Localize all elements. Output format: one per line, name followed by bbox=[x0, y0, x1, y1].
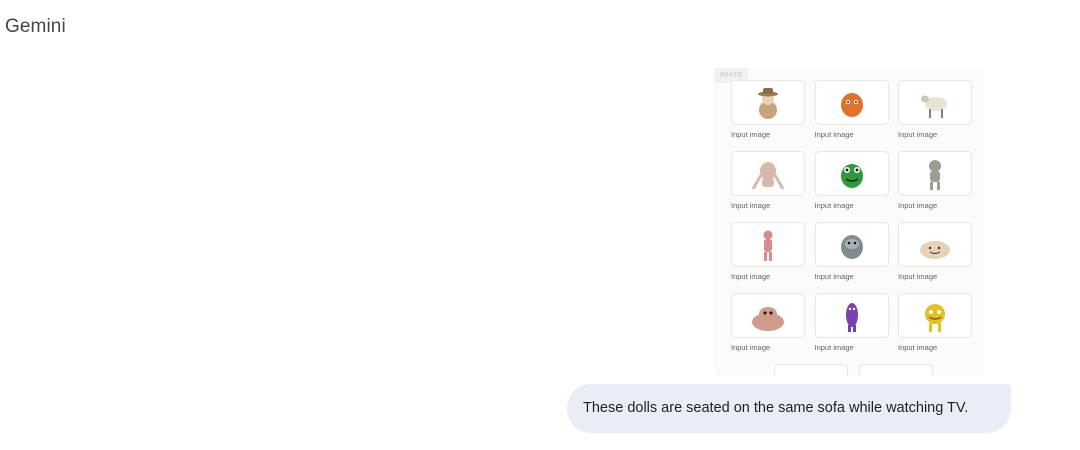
gray-goblin-icon bbox=[929, 159, 941, 190]
doll-image-grid: Input image Input image Input image Input i… bbox=[731, 80, 972, 364]
pink-furry-creature-icon bbox=[752, 306, 784, 331]
image-grid-cell: Input image bbox=[814, 293, 889, 364]
image-grid-cell: Input image bbox=[814, 151, 889, 222]
purple-doll-icon bbox=[845, 302, 858, 332]
pink-slender-doll-icon bbox=[763, 230, 773, 261]
user-message-text: These dolls are seated on the same sofa … bbox=[583, 400, 969, 416]
image-grid-cell: Input image bbox=[898, 222, 972, 293]
doll-thumbnail bbox=[814, 151, 889, 196]
image-grid-cell: Input image bbox=[898, 293, 972, 364]
sheep-doll-icon bbox=[921, 95, 947, 118]
thumbnail-caption: Input image bbox=[814, 130, 854, 139]
thumbnail-caption: Input image bbox=[731, 201, 771, 210]
thumbnail-caption: Input image bbox=[731, 130, 771, 139]
doll-thumbnail bbox=[814, 293, 889, 338]
image-grid-cell: Input image bbox=[814, 80, 889, 151]
doll-thumbnail bbox=[898, 293, 972, 338]
image-grid-cell: Input image bbox=[731, 222, 805, 293]
doll-thumbnail-partial bbox=[859, 364, 933, 376]
thumbnail-caption: Input image bbox=[898, 272, 938, 281]
fluffy-doll-partial-icon bbox=[791, 365, 831, 376]
thumbnail-caption: Input image bbox=[814, 343, 854, 352]
image-grid-cell: Input image bbox=[898, 151, 972, 222]
yellow-monster-icon bbox=[925, 303, 945, 332]
image-grid-cell: Input image bbox=[731, 80, 805, 151]
pink-crouching-creature-icon bbox=[751, 161, 785, 190]
doll-thumbnail bbox=[898, 80, 972, 125]
orange-fluffy-monster-icon bbox=[840, 92, 863, 117]
image-grid-cell: Input image bbox=[898, 80, 972, 151]
image-grid-cell: Input image bbox=[731, 293, 805, 364]
app-title: Gemini bbox=[5, 16, 66, 37]
thumbnail-caption: Input image bbox=[814, 272, 854, 281]
image-grid-cell: Input image bbox=[814, 222, 889, 293]
thumbnail-caption: Input image bbox=[731, 272, 771, 281]
gemini-chat-screen: Gemini WHITE Input image Input image Input… bbox=[0, 0, 1080, 450]
beige-fluffy-blob-icon bbox=[920, 240, 950, 259]
green-monster-icon bbox=[840, 163, 863, 188]
yellow-doll-partial-icon bbox=[876, 365, 916, 376]
user-message-bubble: These dolls are seated on the same sofa … bbox=[567, 384, 1011, 433]
partial-image-row bbox=[774, 364, 933, 376]
doll-thumbnail bbox=[898, 222, 972, 267]
thumbnail-caption: Input image bbox=[731, 343, 771, 352]
doll-thumbnail bbox=[731, 80, 805, 125]
doll-thumbnail bbox=[814, 80, 889, 125]
doll-thumbnail bbox=[898, 151, 972, 196]
straw-hat-doll-icon bbox=[758, 87, 778, 119]
thumbnail-caption: Input image bbox=[814, 201, 854, 210]
gray-furry-creature-icon bbox=[840, 234, 863, 259]
doll-thumbnail bbox=[731, 222, 805, 267]
uploaded-image-attachment[interactable]: WHITE Input image Input image Input image I… bbox=[714, 68, 984, 376]
doll-thumbnail bbox=[731, 151, 805, 196]
image-grid-cell: Input image bbox=[731, 151, 805, 222]
doll-thumbnail bbox=[814, 222, 889, 267]
thumbnail-caption: Input image bbox=[898, 201, 938, 210]
doll-thumbnail-partial bbox=[774, 364, 848, 376]
thumbnail-caption: Input image bbox=[898, 343, 938, 352]
doll-thumbnail bbox=[731, 293, 805, 338]
thumbnail-caption: Input image bbox=[898, 130, 938, 139]
